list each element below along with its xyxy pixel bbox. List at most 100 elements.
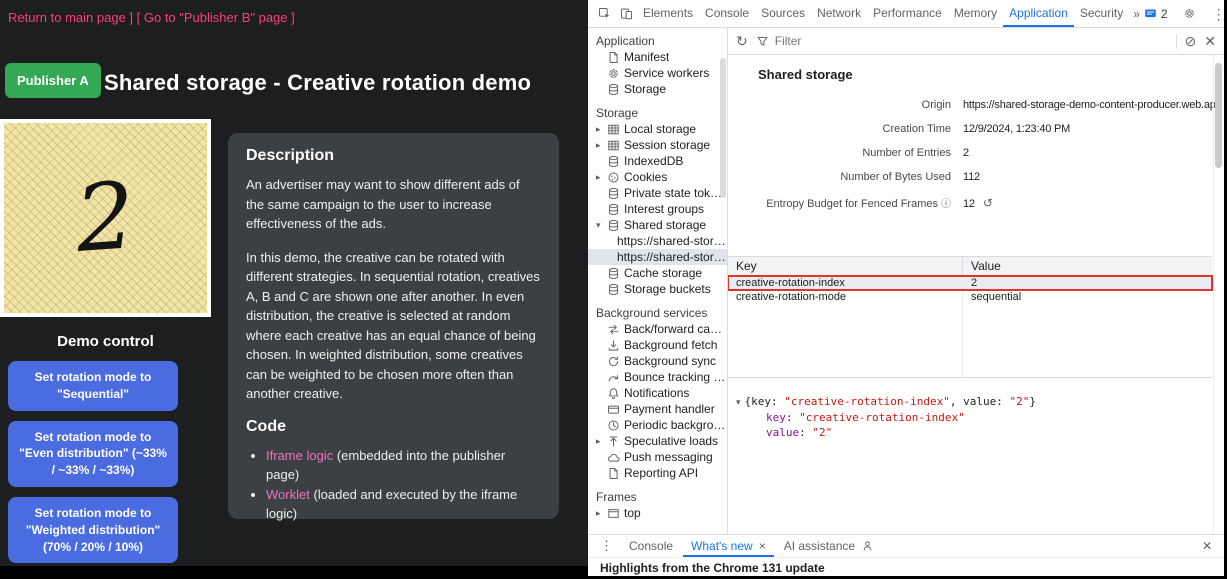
list-item: Iframe logic (embedded into the publishe… — [266, 446, 541, 485]
demo-control-buttons: Set rotation mode to "Sequential" Set ro… — [8, 361, 178, 563]
tabbar-right-controls: 2 ⋮ ✕ — [1144, 3, 1227, 25]
tab-network[interactable]: Network — [811, 0, 867, 27]
creative-ad[interactable]: 2 — [0, 119, 211, 317]
return-main-page-link[interactable]: Return to main page — [8, 10, 126, 25]
filter-box[interactable] — [756, 34, 1168, 48]
info-icon[interactable]: ⓘ — [941, 199, 951, 210]
expander-icon[interactable]: ▸ — [596, 124, 607, 135]
sidebar-item-interest-groups[interactable]: Interest groups — [588, 201, 727, 217]
filter-input[interactable] — [775, 34, 1168, 48]
device-toolbar-icon[interactable] — [615, 3, 637, 25]
sidebar-item-background-sync[interactable]: Background sync — [588, 353, 727, 369]
bounce-arrow-icon — [607, 371, 620, 384]
publisher-b-link[interactable]: Go to "Publisher B" page — [144, 10, 288, 25]
preview-summary[interactable]: ▾{key: "creative-rotation-index", value:… — [736, 394, 1212, 410]
sidebar-header-storage: Storage — [588, 105, 727, 121]
set-sequential-button[interactable]: Set rotation mode to "Sequential" — [8, 361, 178, 411]
sidebar-item-shared-storage[interactable]: ▾Shared storage — [588, 217, 727, 233]
sidebar-item-manifest[interactable]: Manifest — [588, 49, 727, 65]
table-row-creative-rotation-index[interactable]: creative-rotation-index 2 — [728, 276, 1212, 290]
tab-memory[interactable]: Memory — [948, 0, 1003, 27]
tab-performance[interactable]: Performance — [867, 0, 948, 27]
expander-icon[interactable]: ▸ — [596, 508, 607, 519]
sidebar-item-payment-handler[interactable]: Payment handler — [588, 401, 727, 417]
sidebar-item-bounce-tracking[interactable]: Bounce tracking miti… — [588, 369, 727, 385]
close-tab-icon[interactable]: × — [759, 535, 766, 557]
issues-counter[interactable]: 2 — [1144, 7, 1168, 21]
person-icon — [861, 540, 874, 552]
refresh-icon[interactable]: ↻ — [736, 34, 748, 48]
delete-selected-icon[interactable]: ✕ — [1204, 34, 1216, 48]
sidebar-item-private-state-tokens[interactable]: Private state tokens — [588, 185, 727, 201]
worklet-link[interactable]: Worklet — [266, 487, 310, 502]
sidebar-item-background-fetch[interactable]: Background fetch — [588, 337, 727, 353]
sidebar-scrollbar[interactable] — [720, 58, 726, 198]
scrollbar-thumb[interactable] — [1215, 63, 1222, 168]
tab-elements[interactable]: Elements — [637, 0, 699, 27]
expander-icon[interactable]: ▸ — [596, 140, 607, 151]
expander-icon[interactable]: ▾ — [596, 220, 607, 231]
more-tabs-icon[interactable]: » — [1129, 7, 1144, 21]
expander-icon[interactable]: ▾ — [736, 397, 741, 407]
sidebar-item-speculative-loads[interactable]: ▸Speculative loads — [588, 433, 727, 449]
sidebar-item-cookies[interactable]: ▸Cookies — [588, 169, 727, 185]
table-empty-area — [728, 304, 1212, 378]
devtools-menu-kebab-icon[interactable]: ⋮ — [1212, 7, 1226, 21]
drawer-tab-console[interactable]: Console — [621, 535, 681, 557]
sidebar-item-periodic-background-sync[interactable]: Periodic backgroun… — [588, 417, 727, 433]
publisher-badge: Publisher A — [5, 63, 101, 98]
settings-gear-icon[interactable] — [1179, 3, 1201, 25]
sidebar-item-shared-storage-origin-2[interactable]: https://shared-storage… — [588, 249, 727, 265]
tab-security[interactable]: Security — [1074, 0, 1129, 27]
column-header-key[interactable]: Key — [728, 257, 963, 275]
table-row-creative-rotation-mode[interactable]: creative-rotation-mode sequential — [728, 290, 1212, 304]
column-header-value[interactable]: Value — [963, 257, 1212, 275]
sidebar-item-top-frame[interactable]: ▸top — [588, 505, 727, 521]
database-icon — [607, 203, 620, 216]
sidebar-item-service-workers[interactable]: Service workers — [588, 65, 727, 81]
meta-value-bytes: 112 — [963, 171, 1222, 183]
sidebar-item-push-messaging[interactable]: Push messaging — [588, 449, 727, 465]
sync-icon — [607, 355, 620, 368]
metadata-grid: Origin https://shared-storage-demo-conte… — [728, 99, 1212, 210]
tab-sources[interactable]: Sources — [755, 0, 811, 27]
expander-icon[interactable]: ▸ — [596, 436, 607, 447]
expander-icon[interactable]: ▸ — [596, 172, 607, 183]
sidebar-item-shared-storage-origin-1[interactable]: https://shared-storage… — [588, 233, 727, 249]
sidebar-item-back-forward-cache[interactable]: Back/forward cache — [588, 321, 727, 337]
sidebar-item-session-storage[interactable]: ▸Session storage — [588, 137, 727, 153]
issues-count: 2 — [1161, 7, 1168, 21]
set-weighted-distribution-button[interactable]: Set rotation mode to "Weighted distribut… — [8, 497, 178, 563]
reset-budget-icon[interactable]: ↺ — [983, 196, 993, 210]
sidebar-item-cache-storage[interactable]: Cache storage — [588, 265, 727, 281]
database-icon — [607, 267, 620, 280]
delete-all-icon[interactable]: ⊘ — [1185, 34, 1197, 48]
shared-storage-table: Key Value creative-rotation-index 2 crea… — [728, 256, 1212, 378]
meta-label-entropy: Entropy Budget for Fenced Framesⓘ — [728, 195, 963, 210]
sidebar-item-local-storage[interactable]: ▸Local storage — [588, 121, 727, 137]
drawer-tab-whats-new[interactable]: What's new× — [683, 535, 774, 557]
drawer-menu-kebab-icon[interactable]: ⋮ — [594, 538, 619, 554]
tab-application[interactable]: Application — [1003, 0, 1074, 27]
set-even-distribution-button[interactable]: Set rotation mode to "Even distribution"… — [8, 421, 178, 487]
drawer-close-icon[interactable]: ✕ — [1202, 539, 1218, 553]
iframe-logic-link[interactable]: Iframe logic — [266, 448, 333, 463]
drawer-tab-ai-assistance[interactable]: AI assistance — [776, 535, 882, 557]
preview-property-value: value: "2" — [736, 425, 1212, 440]
sidebar-item-storage-buckets[interactable]: Storage buckets — [588, 281, 727, 297]
panel-toolbar: ↻ ⊘ ✕ — [728, 28, 1224, 55]
description-panel: Description An advertiser may want to sh… — [228, 133, 559, 519]
sidebar-item-reporting-api[interactable]: Reporting API — [588, 465, 727, 481]
meta-value-entries: 2 — [963, 147, 1222, 159]
sidebar-item-indexeddb[interactable]: IndexedDB — [588, 153, 727, 169]
sidebar-item-notifications[interactable]: Notifications — [588, 385, 727, 401]
code-list: Iframe logic (embedded into the publishe… — [266, 446, 541, 524]
creative-digit: 2 — [73, 170, 138, 266]
devtools-tabbar: Elements Console Sources Network Perform… — [588, 0, 1224, 28]
inspect-element-icon[interactable] — [593, 3, 615, 25]
tab-console[interactable]: Console — [699, 0, 755, 27]
description-heading: Description — [246, 147, 541, 165]
devtools-body: Application Manifest Service workers Sto… — [588, 28, 1224, 534]
sidebar-item-storage[interactable]: Storage — [588, 81, 727, 97]
panel-scrollbar[interactable] — [1213, 55, 1224, 534]
